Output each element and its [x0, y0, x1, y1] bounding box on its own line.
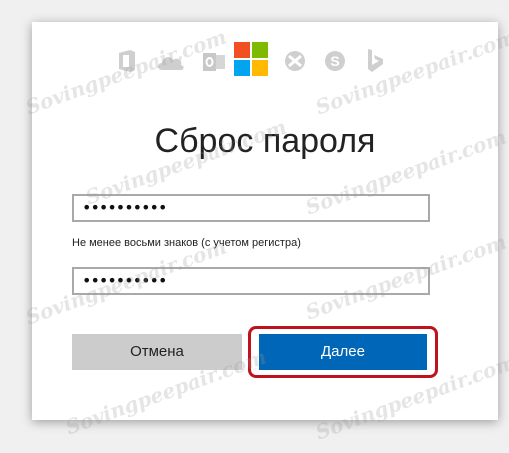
office-icon [116, 48, 138, 79]
bing-icon [366, 48, 384, 79]
cancel-button[interactable]: Отмена [72, 334, 242, 370]
page-title: Сброс пароля [154, 122, 376, 160]
confirm-password-value: •••••••••• [82, 271, 167, 290]
password-hint: Не менее восьми знаков (с учетом регистр… [72, 237, 301, 249]
outlook-icon [202, 50, 226, 79]
reset-password-card: S Сброс пароля •••••••••• Не менее восьм… [32, 22, 498, 420]
xbox-icon [284, 50, 306, 77]
password-value: •••••••••• [82, 198, 167, 217]
password-field[interactable]: •••••••••• [72, 194, 430, 222]
skype-icon: S [324, 50, 346, 77]
svg-text:S: S [330, 53, 339, 69]
microsoft-logo-icon [234, 42, 268, 81]
product-icons-row: S [116, 42, 416, 78]
onedrive-icon [156, 52, 186, 77]
next-button[interactable]: Далее [259, 334, 427, 370]
confirm-password-field[interactable]: •••••••••• [72, 267, 430, 295]
next-button-highlight: Далее [248, 326, 438, 378]
